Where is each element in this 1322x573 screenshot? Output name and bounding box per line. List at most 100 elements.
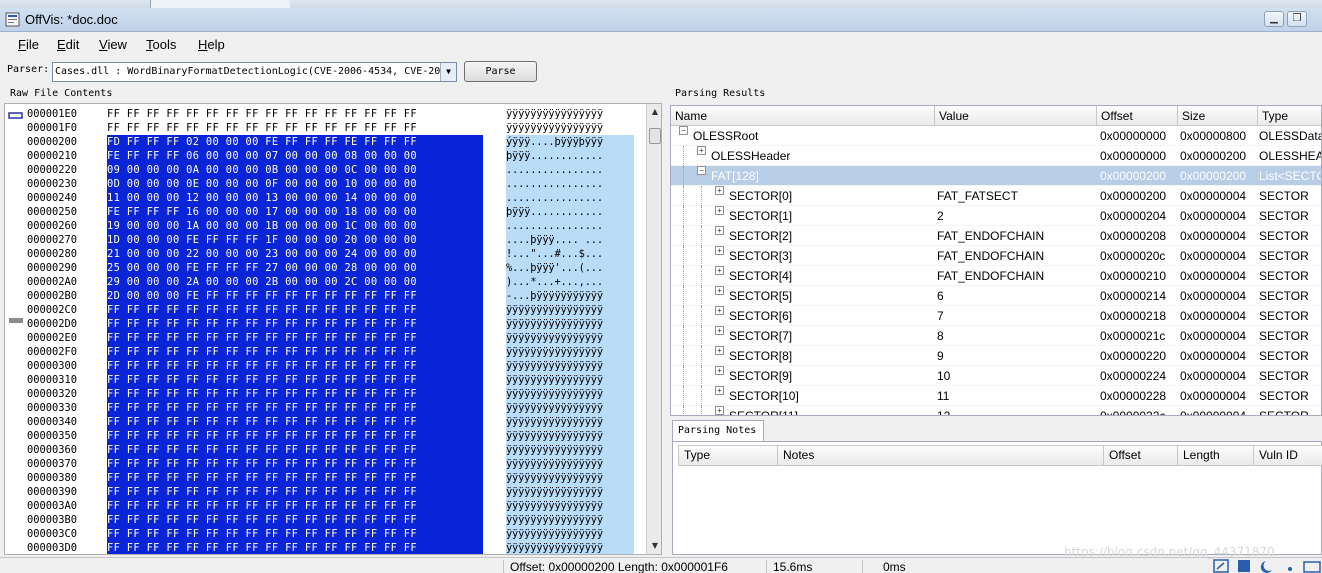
hex-bytes[interactable]: FF FF FF FF FF FF FF FF FF FF FF FF FF F… [107, 457, 483, 471]
hex-ascii[interactable]: ÿÿÿÿÿÿÿÿÿÿÿÿÿÿÿÿ [506, 387, 634, 401]
expand-icon[interactable]: + [715, 226, 724, 235]
title-bar[interactable]: OffVis: *doc.doc ▁ ❐ [0, 8, 1322, 32]
tree-row[interactable]: + SECTOR[5] 6 0x00000214 0x00000004 SECTOR [671, 286, 1321, 306]
hex-ascii[interactable]: ÿÿÿÿÿÿÿÿÿÿÿÿÿÿÿÿ [506, 457, 634, 471]
hex-line[interactable]: 000003C0 FF FF FF FF FF FF FF FF FF FF FF… [27, 527, 647, 541]
hex-bytes[interactable]: FF FF FF FF FF FF FF FF FF FF FF FF FF F… [107, 303, 483, 317]
hex-line[interactable]: 00000390 FF FF FF FF FF FF FF FF FF FF FF… [27, 485, 647, 499]
expand-icon[interactable]: + [715, 366, 724, 375]
notes-column-offset[interactable]: Offset [1104, 445, 1178, 466]
column-value[interactable]: Value [935, 106, 1097, 126]
chevron-down-icon[interactable]: ▼ [440, 63, 456, 81]
hex-ascii[interactable]: ÿÿÿÿÿÿÿÿÿÿÿÿÿÿÿÿ [506, 471, 634, 485]
menu-file[interactable]: File [18, 37, 39, 52]
tree-row[interactable]: + SECTOR[3] FAT_ENDOFCHAIN 0x0000020c 0x0000… [671, 246, 1321, 266]
hex-bytes[interactable]: FF FF FF FF FF FF FF FF FF FF FF FF FF F… [107, 121, 483, 135]
hex-scrollbar[interactable]: ▲ ▼ [646, 104, 661, 554]
tree-row[interactable]: + SECTOR[8] 9 0x00000220 0x00000004 SECTOR [671, 346, 1321, 366]
hex-line[interactable]: 000002C0 FF FF FF FF FF FF FF FF FF FF FF… [27, 303, 647, 317]
hex-bytes[interactable]: FF FF FF FF FF FF FF FF FF FF FF FF FF F… [107, 359, 483, 373]
hex-bytes[interactable]: 1D 00 00 00 FE FF FF FF 1F 00 00 00 20 0… [107, 233, 483, 247]
notes-column-type[interactable]: Type [678, 445, 778, 466]
expand-icon[interactable]: + [715, 306, 724, 315]
hex-line[interactable]: 00000330 FF FF FF FF FF FF FF FF FF FF FF… [27, 401, 647, 415]
hex-bytes[interactable]: FF FF FF FF FF FF FF FF FF FF FF FF FF F… [107, 499, 483, 513]
hex-bytes[interactable]: 0D 00 00 00 0E 00 00 00 0F 00 00 00 10 0… [107, 177, 483, 191]
hex-line[interactable]: 00000380 FF FF FF FF FF FF FF FF FF FF FF… [27, 471, 647, 485]
hex-ascii[interactable]: ÿÿÿÿÿÿÿÿÿÿÿÿÿÿÿÿ [506, 303, 634, 317]
hex-bytes[interactable]: FF FF FF FF FF FF FF FF FF FF FF FF FF F… [107, 107, 483, 121]
tree-row[interactable]: + SECTOR[4] FAT_ENDOFCHAIN 0x00000210 0x0000… [671, 266, 1321, 286]
hex-ascii[interactable]: ÿÿÿÿÿÿÿÿÿÿÿÿÿÿÿÿ [506, 317, 634, 331]
hex-line[interactable]: 00000290 25 00 00 00 FE FF FF FF 27 00 00… [27, 261, 647, 275]
hex-line[interactable]: 00000280 21 00 00 00 22 00 00 00 23 00 00… [27, 247, 647, 261]
hex-line[interactable]: 00000270 1D 00 00 00 FE FF FF FF 1F 00 00… [27, 233, 647, 247]
notes-column-notes[interactable]: Notes [778, 445, 1104, 466]
hex-ascii[interactable]: þÿÿÿ............ [506, 149, 634, 163]
hex-ascii[interactable]: %...þÿÿÿ'...(... [506, 261, 634, 275]
notes-column-vuln-id[interactable]: Vuln ID [1254, 445, 1322, 466]
hex-ascii[interactable]: ÿÿÿÿÿÿÿÿÿÿÿÿÿÿÿÿ [506, 121, 634, 135]
hex-line[interactable]: 00000370 FF FF FF FF FF FF FF FF FF FF FF… [27, 457, 647, 471]
hex-ascii[interactable]: ................ [506, 219, 634, 233]
hex-ascii[interactable]: ÿÿÿÿÿÿÿÿÿÿÿÿÿÿÿÿ [506, 415, 634, 429]
hex-line[interactable]: 000002D0 FF FF FF FF FF FF FF FF FF FF FF… [27, 317, 647, 331]
tree-row[interactable]: + SECTOR[11] 12 0x0000022c 0x00000004 SECTOR [671, 406, 1321, 415]
hex-bytes[interactable]: 11 00 00 00 12 00 00 00 13 00 00 00 14 0… [107, 191, 483, 205]
hex-ascii[interactable]: ÿÿÿÿÿÿÿÿÿÿÿÿÿÿÿÿ [506, 443, 634, 457]
hex-bytes[interactable]: FF FF FF FF FF FF FF FF FF FF FF FF FF F… [107, 415, 483, 429]
hex-ascii[interactable]: ÿÿÿÿÿÿÿÿÿÿÿÿÿÿÿÿ [506, 401, 634, 415]
hex-line[interactable]: 00000260 19 00 00 00 1A 00 00 00 1B 00 00… [27, 219, 647, 233]
menu-tools[interactable]: Tools [146, 37, 176, 52]
hex-line[interactable]: 00000300 FF FF FF FF FF FF FF FF FF FF FF… [27, 359, 647, 373]
expand-icon[interactable]: + [715, 346, 724, 355]
parse-button[interactable]: Parse [464, 61, 537, 82]
collapse-icon[interactable]: − [679, 126, 688, 135]
hex-bytes[interactable]: 19 00 00 00 1A 00 00 00 1B 00 00 00 1C 0… [107, 219, 483, 233]
hex-line[interactable]: 00000210 FE FF FF FF 06 00 00 00 07 00 00… [27, 149, 647, 163]
expand-icon[interactable]: + [697, 146, 706, 155]
hex-bytes[interactable]: 25 00 00 00 FE FF FF FF 27 00 00 00 28 0… [107, 261, 483, 275]
hex-bytes[interactable]: FF FF FF FF FF FF FF FF FF FF FF FF FF F… [107, 443, 483, 457]
hex-bytes[interactable]: 21 00 00 00 22 00 00 00 23 00 00 00 24 0… [107, 247, 483, 261]
hex-bytes[interactable]: FF FF FF FF FF FF FF FF FF FF FF FF FF F… [107, 331, 483, 345]
hex-ascii[interactable]: ÿÿÿÿÿÿÿÿÿÿÿÿÿÿÿÿ [506, 331, 634, 345]
hex-ascii[interactable]: ýÿÿÿ....þÿÿÿþÿÿÿ [506, 135, 634, 149]
column-size[interactable]: Size [1178, 106, 1258, 126]
column-offset[interactable]: Offset [1097, 106, 1178, 126]
hex-bytes[interactable]: FF FF FF FF FF FF FF FF FF FF FF FF FF F… [107, 373, 483, 387]
hex-bytes[interactable]: FF FF FF FF FF FF FF FF FF FF FF FF FF F… [107, 345, 483, 359]
hex-line[interactable]: 00000310 FF FF FF FF FF FF FF FF FF FF FF… [27, 373, 647, 387]
hex-line[interactable]: 00000200 FD FF FF FF 02 00 00 00 FE FF FF… [27, 135, 647, 149]
tree-row[interactable]: + SECTOR[2] FAT_ENDOFCHAIN 0x00000208 0x0000… [671, 226, 1321, 246]
hex-line[interactable]: 000002B0 2D 00 00 00 FE FF FF FF FF FF FF… [27, 289, 647, 303]
hex-view[interactable]: 000001E0 FF FF FF FF FF FF FF FF FF FF FF… [4, 103, 662, 555]
column-name[interactable]: Name [671, 106, 935, 126]
hex-ascii[interactable]: ÿÿÿÿÿÿÿÿÿÿÿÿÿÿÿÿ [506, 513, 634, 527]
hex-bytes[interactable]: FF FF FF FF FF FF FF FF FF FF FF FF FF F… [107, 513, 483, 527]
hex-ascii[interactable]: !..."...#...$... [506, 247, 634, 261]
menu-view[interactable]: View [99, 37, 127, 52]
hex-ascii[interactable]: ÿÿÿÿÿÿÿÿÿÿÿÿÿÿÿÿ [506, 373, 634, 387]
tree-row[interactable]: + SECTOR[6] 7 0x00000218 0x00000004 SECTOR [671, 306, 1321, 326]
hex-line[interactable]: 000003A0 FF FF FF FF FF FF FF FF FF FF FF… [27, 499, 647, 513]
parsing-notes-panel[interactable]: Type Notes Offset Length Vuln ID [672, 441, 1322, 555]
tree-row[interactable]: + SECTOR[0] FAT_FATSECT 0x00000200 0x0000000… [671, 186, 1321, 206]
hex-line[interactable]: 00000240 11 00 00 00 12 00 00 00 13 00 00… [27, 191, 647, 205]
hex-line[interactable]: 000001E0 FF FF FF FF FF FF FF FF FF FF FF… [27, 107, 647, 121]
minimize-button[interactable]: ▁ [1264, 11, 1284, 27]
hex-line[interactable]: 000003B0 FF FF FF FF FF FF FF FF FF FF FF… [27, 513, 647, 527]
expand-icon[interactable]: + [715, 286, 724, 295]
menu-help[interactable]: Help [198, 37, 225, 52]
hex-line[interactable]: 000002F0 FF FF FF FF FF FF FF FF FF FF FF… [27, 345, 647, 359]
hex-bytes[interactable]: FF FF FF FF FF FF FF FF FF FF FF FF FF F… [107, 429, 483, 443]
hex-bytes[interactable]: 2D 00 00 00 FE FF FF FF FF FF FF FF FF F… [107, 289, 483, 303]
hex-ascii[interactable]: ÿÿÿÿÿÿÿÿÿÿÿÿÿÿÿÿ [506, 527, 634, 541]
hex-line[interactable]: 000002E0 FF FF FF FF FF FF FF FF FF FF FF… [27, 331, 647, 345]
hex-ascii[interactable]: ................ [506, 163, 634, 177]
tree-row[interactable]: + SECTOR[10] 11 0x00000228 0x00000004 SECTOR [671, 386, 1321, 406]
hex-line[interactable]: 00000220 09 00 00 00 0A 00 00 00 0B 00 00… [27, 163, 647, 177]
hex-bytes[interactable]: FD FF FF FF 02 00 00 00 FE FF FF FF FE F… [107, 135, 483, 149]
hex-ascii[interactable]: ÿÿÿÿÿÿÿÿÿÿÿÿÿÿÿÿ [506, 541, 634, 554]
hex-ascii[interactable]: -...þÿÿÿÿÿÿÿÿÿÿÿ [506, 289, 634, 303]
